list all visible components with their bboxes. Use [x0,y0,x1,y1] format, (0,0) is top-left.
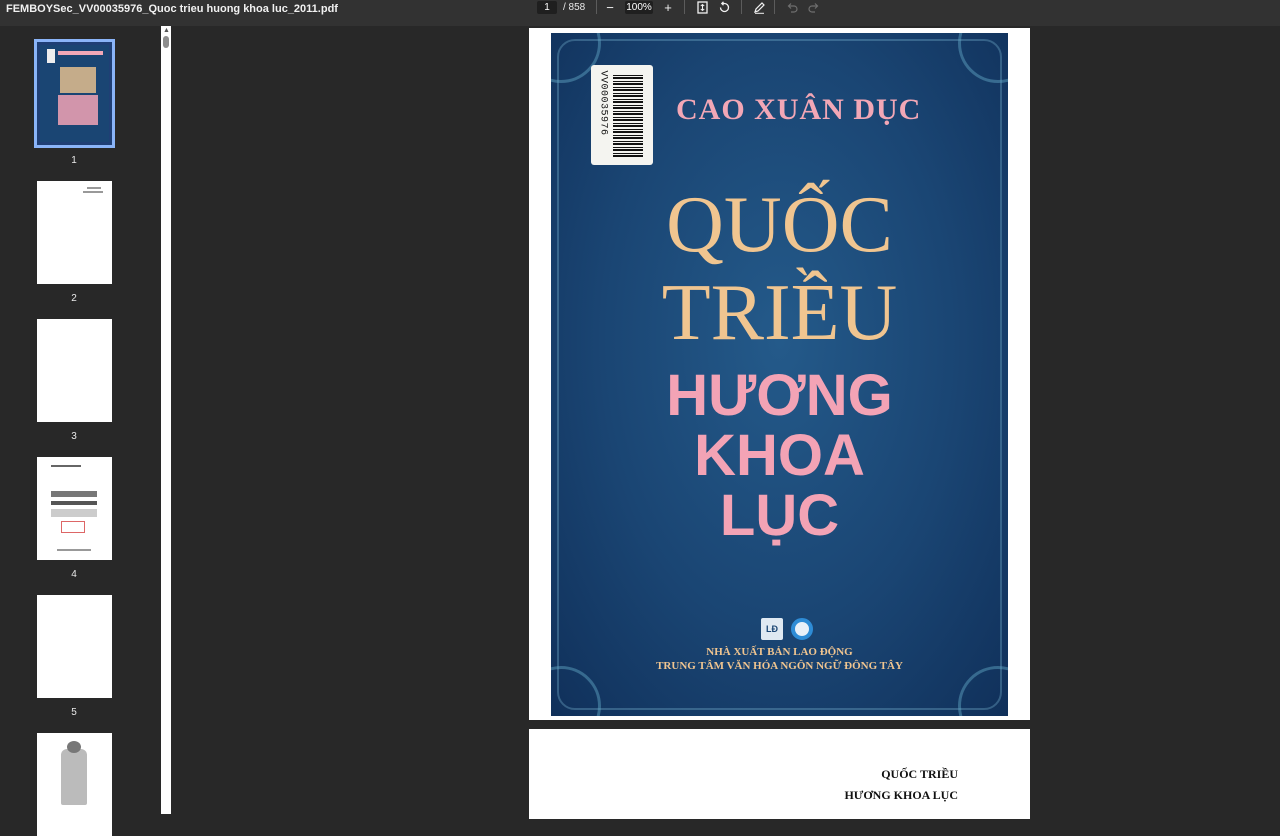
cover-author: CAO XUÂN DỤC [676,93,922,126]
rotate-icon [719,0,729,12]
publisher-name: NHÀ XUẤT BẢN LAO ĐỘNG [706,646,853,658]
page2-title-line-2: HƯƠNG KHOA LỤC [844,788,958,802]
thumbnail-page-1[interactable] [34,39,115,148]
undo-icon [787,2,798,13]
sidebar-scrollbar[interactable]: ▲ [161,26,171,814]
cover-title-line-2: TRIỀU [661,269,898,357]
thumbnail-sidebar: 1 2 3 4 5 [0,26,160,836]
redo-icon [808,2,819,13]
thumbnail-number: 4 [71,569,77,580]
book-cover-image: VV00035976 CAO XUÂN DỤC QUỐC TRIỀU HƯƠNG… [551,33,1008,716]
center-logo-icon [791,618,813,640]
toolbar-divider [774,0,775,14]
cover-title-line-3: HƯƠNG [666,363,893,428]
toolbar-divider [596,0,597,14]
cover-title-line-4: KHOA [694,423,865,488]
scroll-up-arrow-icon[interactable]: ▲ [163,27,170,34]
barcode-id: VV00035976 [597,70,609,136]
pen-icon [753,1,765,14]
pdf-toolbar: FEMBOYSec_VV00035976_Quoc trieu huong kh… [0,0,1280,26]
thumbnail-number: 5 [71,707,77,718]
redo-button[interactable] [806,0,822,14]
thumbnail-page-6[interactable] [37,733,112,836]
barcode-label: VV00035976 [591,65,653,165]
thumbnail-number: 2 [71,293,77,304]
toolbar-divider [684,0,685,14]
scrollbar-thumb[interactable] [163,36,169,48]
pdf-page-2: QUỐC TRIỀU HƯƠNG KHOA LỤC [529,729,1030,819]
rotate-button[interactable] [716,0,732,14]
barcode-icon [613,73,643,157]
thumbnail-cover-art [40,45,109,142]
pdf-page-1: VV00035976 CAO XUÂN DỤC QUỐC TRIỀU HƯƠNG… [529,28,1030,720]
undo-button[interactable] [784,0,800,14]
document-viewer: VV00035976 CAO XUÂN DỤC QUỐC TRIỀU HƯƠNG… [172,26,1280,819]
thumbnail-page-2[interactable] [37,181,112,284]
zoom-in-button[interactable]: + [660,0,676,15]
thumbnail-page-5[interactable] [37,595,112,698]
fit-page-icon [696,0,708,14]
publisher-logos: LĐ [761,618,813,640]
thumbnail-page-4[interactable] [37,457,112,560]
thumbnail-number: 3 [71,431,77,442]
page2-title-line-1: QUỐC TRIỀU [881,767,958,781]
page-total-label: / 858 [563,2,586,13]
publisher-logo-icon: LĐ [761,618,783,640]
publisher-center: TRUNG TÂM VĂN HÓA NGÔN NGỮ ĐÔNG TÂY [656,660,903,672]
zoom-out-button[interactable]: − [602,0,618,15]
cover-title-line-1: QUỐC [666,181,893,269]
fit-page-button[interactable] [694,0,710,14]
annotate-button[interactable] [751,0,767,14]
document-title: FEMBOYSec_VV00035976_Quoc trieu huong kh… [6,3,338,15]
cover-title-line-5: LỤC [719,483,840,548]
thumbnail-number: 1 [71,155,77,166]
thumbnail-page-3[interactable] [37,319,112,422]
toolbar-divider [741,0,742,14]
zoom-level-input[interactable]: 100% [625,1,653,14]
page-number-input[interactable]: 1 [537,1,557,14]
